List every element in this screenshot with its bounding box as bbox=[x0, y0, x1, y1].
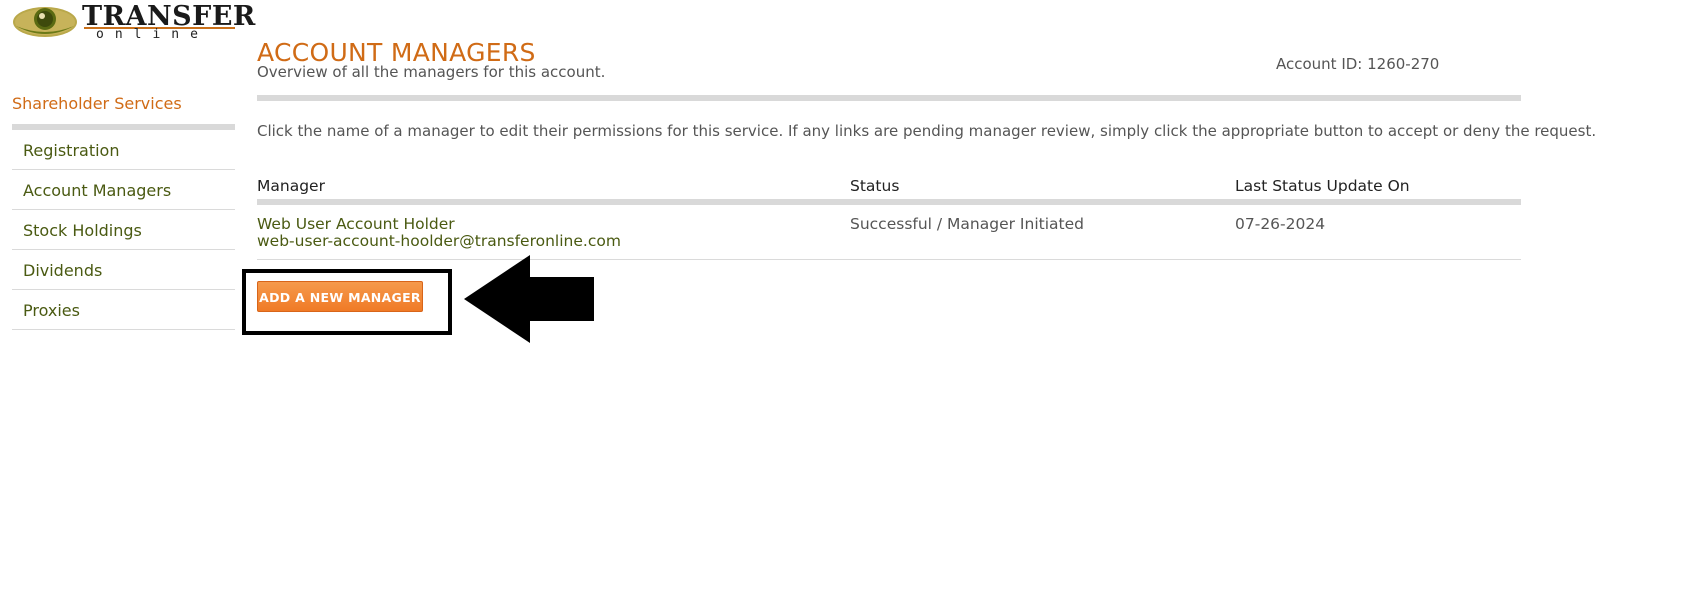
sidebar-section-title[interactable]: Shareholder Services bbox=[12, 92, 235, 124]
instructions-text: Click the name of a manager to edit thei… bbox=[257, 122, 1597, 140]
transfer-online-logo[interactable]: TRANSFER online bbox=[12, 1, 255, 44]
manager-last-update: 07-26-2024 bbox=[1235, 215, 1326, 233]
page-subtitle: Overview of all the managers for this ac… bbox=[257, 63, 606, 81]
header-divider bbox=[257, 95, 1521, 101]
sidebar: Shareholder Services Registration Accoun… bbox=[12, 92, 235, 330]
manager-status: Successful / Manager Initiated bbox=[850, 215, 1084, 233]
table-row: Web User Account Holder web-user-account… bbox=[257, 215, 1521, 260]
sidebar-item-registration[interactable]: Registration bbox=[12, 130, 235, 170]
table-header-divider bbox=[257, 199, 1521, 205]
left-arrow-icon bbox=[464, 255, 594, 343]
sidebar-item-dividends[interactable]: Dividends bbox=[12, 250, 235, 290]
column-header-last-update: Last Status Update On bbox=[1235, 177, 1410, 195]
manager-email-link[interactable]: web-user-account-hoolder@transferonline.… bbox=[257, 232, 621, 250]
sidebar-item-account-managers[interactable]: Account Managers bbox=[12, 170, 235, 210]
logo-sub-text: online bbox=[96, 27, 209, 42]
manager-name-link[interactable]: Web User Account Holder bbox=[257, 215, 455, 233]
sidebar-item-proxies[interactable]: Proxies bbox=[12, 290, 235, 330]
add-new-manager-button[interactable]: ADD A NEW MANAGER bbox=[257, 281, 423, 312]
sidebar-item-stock-holdings[interactable]: Stock Holdings bbox=[12, 210, 235, 250]
column-header-status: Status bbox=[850, 177, 900, 195]
column-header-manager: Manager bbox=[257, 177, 325, 195]
account-id: Account ID: 1260-270 bbox=[1276, 55, 1440, 73]
eye-logo-icon bbox=[13, 7, 77, 37]
